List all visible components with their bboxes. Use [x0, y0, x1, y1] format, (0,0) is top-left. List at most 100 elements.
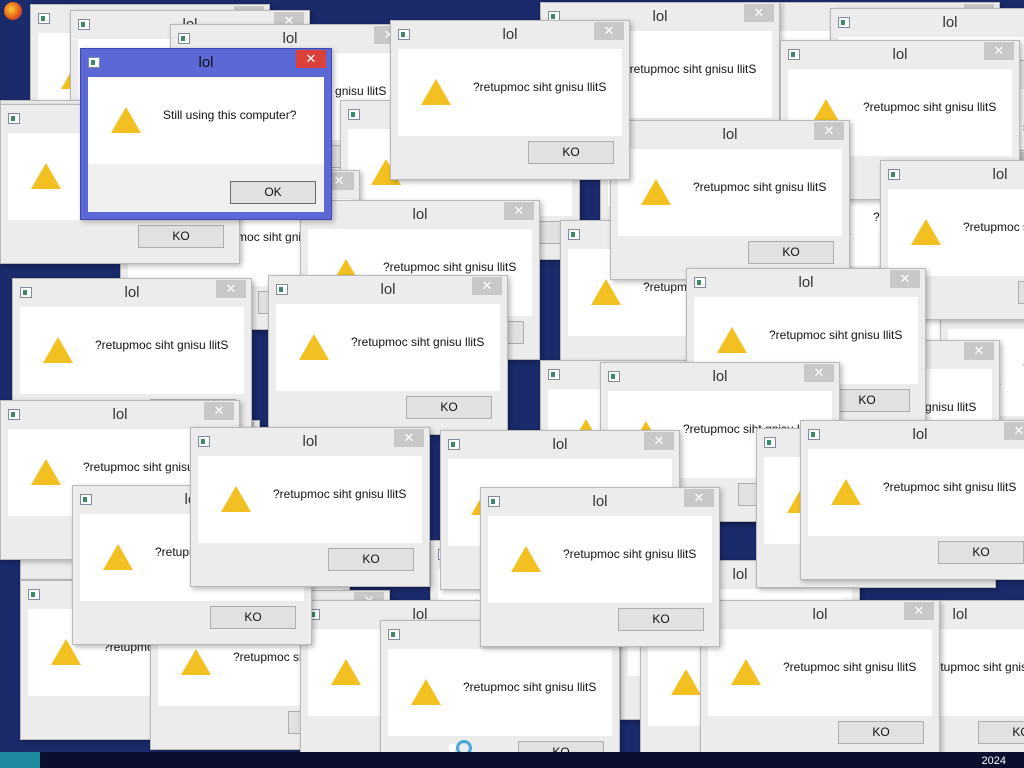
warning-icon: [29, 458, 63, 487]
close-button[interactable]: ✕: [890, 270, 920, 288]
close-button[interactable]: ✕: [394, 429, 424, 447]
warning-icon: [509, 545, 543, 574]
warning-icon: [715, 326, 749, 355]
warning-icon: [419, 78, 453, 107]
dialog-ok-button[interactable]: KO: [838, 721, 924, 744]
dialog-titlebar[interactable]: lol✕: [13, 279, 251, 307]
desktop: lol ✕ ?retupmoc siht gnisu llitS KO lol ✕ ?ret…: [0, 0, 1024, 768]
warning-icon: [409, 678, 443, 707]
warning-icon: [29, 162, 63, 191]
dialog-body: ?retupmoc siht gnisu llitS: [20, 307, 244, 394]
dialog-titlebar[interactable]: lol✕: [881, 161, 1024, 189]
warning-icon: [329, 658, 363, 687]
warning-icon: [179, 648, 213, 677]
warning-icon: [219, 485, 253, 514]
close-button[interactable]: ✕: [594, 22, 624, 40]
dialog-ok-button[interactable]: KO: [138, 225, 224, 248]
dialog-body: ?retupmoc siht gnisu llitS: [276, 304, 500, 391]
dialog-titlebar[interactable]: lol ✕: [801, 421, 1024, 449]
dialog-body: ?retupmoc siht gnisu llitS: [618, 149, 842, 236]
warning-icon: [669, 668, 703, 697]
dialog-window[interactable]: lol✕ ?retupmoc siht gnisu llitS KO: [268, 275, 508, 435]
dialog-ok-button[interactable]: OK: [230, 181, 316, 204]
warning-icon: [101, 543, 135, 572]
close-button[interactable]: ✕: [684, 489, 714, 507]
dialog-ok-button[interactable]: KO: [978, 721, 1024, 744]
dialog-titlebar[interactable]: lol ✕: [81, 49, 331, 77]
start-button[interactable]: [0, 752, 40, 768]
dialog-window[interactable]: lol✕ ?retupmoc siht gnisu llitS KO: [190, 427, 430, 587]
close-button[interactable]: ✕: [804, 364, 834, 382]
warning-icon: [589, 278, 623, 307]
dialog-window[interactable]: lol ✕ ?retupmoc siht gnisu llitS KO: [800, 420, 1024, 580]
close-button[interactable]: ✕: [1004, 422, 1024, 440]
dialog-body: Still using this computer?: [88, 77, 324, 164]
close-button[interactable]: ✕: [472, 277, 502, 295]
dialog-ok-button[interactable]: KO: [528, 141, 614, 164]
dialog-titlebar[interactable]: lol✕: [441, 431, 679, 459]
dialog-titlebar[interactable]: lol✕: [611, 121, 849, 149]
dialog-title: lol: [198, 54, 214, 71]
warning-icon: [297, 333, 331, 362]
dialog-title: lol: [992, 166, 1008, 183]
dialog-titlebar[interactable]: lol✕: [481, 488, 719, 516]
dialog-message: ?retupmoc siht gnisu llitS: [273, 487, 407, 501]
dialog-title: lol: [912, 426, 928, 443]
dialog-message: ?retupmoc siht gnisu llitS: [863, 100, 997, 114]
dialog-titlebar[interactable]: lol✕: [781, 41, 1019, 69]
close-button[interactable]: ✕: [814, 122, 844, 140]
dialog-ok-button[interactable]: KO: [748, 241, 834, 264]
dialog-window[interactable]: lol✕ ?retupmoc siht gnisu llitS KO: [700, 600, 940, 760]
dialog-body: ?retupmoc siht gnisu llitS: [488, 516, 712, 603]
dialog-titlebar[interactable]: lol✕: [391, 21, 629, 49]
dialog-window-main[interactable]: lol ✕ Still using this computer? OK: [80, 48, 332, 220]
dialog-message: ?retupmoc siht gnisu llitS: [473, 80, 607, 94]
dialog-message: Still using this computer?: [163, 108, 297, 122]
dialog-titlebar[interactable]: lol✕: [191, 428, 429, 456]
dialog-ok-button[interactable]: KO: [1018, 281, 1024, 304]
dialog-titlebar[interactable]: lol✕: [269, 276, 507, 304]
dialog-body: ?retupmoc siht gnisu llitS: [708, 629, 932, 716]
dialog-window[interactable]: lol✕ ?retupmoc siht gnisu llitS KO: [610, 120, 850, 280]
warning-icon: [729, 658, 763, 687]
dialog-titlebar[interactable]: lol✕: [301, 201, 539, 229]
close-button[interactable]: ✕: [904, 602, 934, 620]
close-button[interactable]: ✕: [964, 342, 994, 360]
dialog-ok-button[interactable]: KO: [406, 396, 492, 419]
close-button[interactable]: ✕: [644, 432, 674, 450]
dialog-window[interactable]: lol✕ ?retupmoc siht gnisu llitS KO: [480, 487, 720, 647]
dialog-title: lol: [942, 14, 958, 31]
dialog-titlebar[interactable]: lol✕: [687, 269, 925, 297]
dialog-message: ?retupmoc siht gnisu llitS: [783, 660, 917, 674]
warning-icon: [639, 178, 673, 207]
warning-icon: [909, 218, 943, 247]
dialog-ok-button[interactable]: KO: [938, 541, 1024, 564]
dialog-body: ?retupmoc siht gnisu llitS: [398, 49, 622, 136]
close-button[interactable]: ✕: [216, 280, 246, 298]
dialog-ok-button[interactable]: KO: [328, 548, 414, 571]
close-button[interactable]: ✕: [296, 50, 326, 68]
close-button[interactable]: ✕: [744, 4, 774, 22]
dialog-body: ?retupmoc siht gnisu llitS: [198, 456, 422, 543]
warning-icon: [109, 106, 143, 135]
dialog-ok-button[interactable]: KO: [618, 608, 704, 631]
dialog-message: ?retupmoc siht gnisu llitS: [95, 338, 229, 352]
dialog-ok-button[interactable]: KO: [210, 606, 296, 629]
dialog-message: ?retupmoc siht gnisu llitS: [883, 480, 1017, 494]
close-button[interactable]: ✕: [204, 402, 234, 420]
dialog-titlebar[interactable]: lol✕: [701, 601, 939, 629]
dialog-titlebar[interactable]: lol✕: [601, 363, 839, 391]
firefox-desktop-icon[interactable]: [4, 2, 22, 20]
dialog-titlebar[interactable]: lol✕: [831, 9, 1024, 37]
close-button[interactable]: ✕: [504, 202, 534, 220]
dialog-message: ?retupmoc siht gnisu llitS: [623, 62, 757, 76]
dialog-message: ?retupmoc siht gnisu llitS: [351, 335, 485, 349]
dialog-message: ?retupmoc siht gnisu llitS: [693, 180, 827, 194]
dialog-titlebar[interactable]: lol✕: [1, 401, 239, 429]
dialog-body: ?retupmoc siht gnisu llitS: [888, 189, 1024, 276]
warning-icon: [829, 478, 863, 507]
close-button[interactable]: ✕: [984, 42, 1014, 60]
dialog-window[interactable]: lol✕ ?retupmoc siht gnisu llitS KO: [390, 20, 630, 180]
taskbar-clock-year: 2024: [981, 755, 1006, 767]
dialog-message: ?retupmoc siht gnisu llitS: [563, 547, 697, 561]
